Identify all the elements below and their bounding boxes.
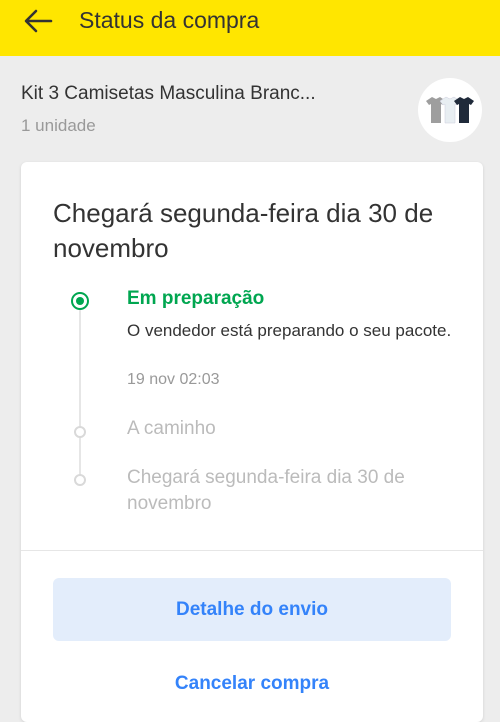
divider [21,550,483,551]
tshirts-icon [426,96,474,124]
product-quantity: 1 unidade [21,116,96,135]
product-name: Kit 3 Camisetas Masculina Branc... [21,83,316,104]
step-preparation-description: O vendedor está preparando o seu pacote. [127,321,452,340]
cancel-purchase-button[interactable]: Cancelar compra [53,662,451,706]
step-on-the-way-title: A caminho [127,418,216,439]
delivery-estimate-title: Chegará segunda-feira dia 30 de novembro [53,198,434,263]
top-bar: Status da compra [0,0,500,56]
back-button[interactable] [18,4,58,38]
shipment-card: Chegará segunda-feira dia 30 de novembro… [21,162,483,722]
shipment-detail-button[interactable]: Detalhe do envio [53,578,451,641]
product-thumbnail [418,78,482,142]
step-pending-dot-icon [74,426,86,438]
step-arrival-title: Chegará segunda-feira dia 30 de novembro [127,467,405,514]
step-active-dot-icon [71,292,89,310]
page-title: Status da compra [79,7,260,33]
shipment-timeline: Em preparação O vendedor está preparando… [21,282,483,522]
product-summary[interactable]: Kit 3 Camisetas Masculina Branc... 1 uni… [0,60,500,160]
step-preparation-title: Em preparação [127,288,265,309]
step-pending-dot-icon [74,474,86,486]
arrow-left-icon [24,9,53,33]
step-preparation-date: 19 nov 02:03 [127,371,220,388]
timeline-line [79,300,81,480]
